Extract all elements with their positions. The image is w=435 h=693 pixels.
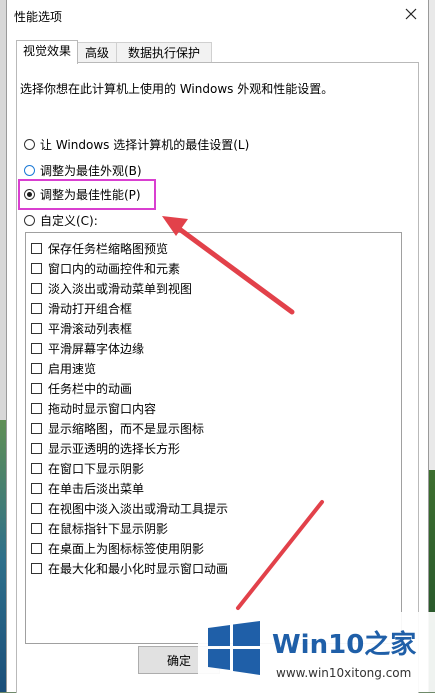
checkbox[interactable] [31,442,42,454]
close-icon[interactable] [402,5,420,23]
checkbox[interactable] [31,282,42,294]
checkbox[interactable] [31,342,42,354]
window-title: 性能选项 [14,10,63,24]
list-item[interactable]: 淡入淡出或滑动菜单到视图 [31,278,192,298]
checkbox-label: 拖动时显示窗口内容 [48,401,157,416]
title-bar: 性能选项 [7,0,428,30]
checkbox[interactable] [31,322,42,334]
radio-best-appearance[interactable]: 调整为最佳外观(B) [24,161,142,179]
checkbox[interactable] [31,422,42,434]
checkbox-label: 在桌面上为图标标签使用阴影 [48,541,205,556]
checkbox[interactable] [31,522,42,534]
checkbox-label: 平滑滚动列表框 [48,321,133,336]
radio-best-performance[interactable]: 调整为最佳性能(P) [24,185,141,203]
radio-button[interactable] [24,138,35,150]
list-item[interactable]: 显示缩略图，而不是显示图标 [31,418,204,438]
checkbox-label: 滑动打开组合框 [48,301,133,316]
checkbox-label: 保存任务栏缩略图预览 [48,241,169,256]
checkbox[interactable] [31,302,42,314]
checkbox-label: 窗口内的动画控件和元素 [48,261,181,276]
checkbox[interactable] [31,362,42,374]
checkbox-label: 平滑屏幕字体边缘 [48,341,145,356]
checkbox-label: 显示缩略图，而不是显示图标 [48,421,205,436]
checkbox[interactable] [31,482,42,494]
list-item[interactable]: 显示亚透明的选择长方形 [31,438,180,458]
radio-label: 让 Windows 选择计算机的最佳设置(L) [40,137,250,152]
checkbox[interactable] [31,502,42,514]
description-text: 选择你想在此计算机上使用的 Windows 外观和性能设置。 [20,82,334,96]
list-item[interactable]: 任务栏中的动画 [31,378,132,398]
watermark: Win10之家 www.win10xitong.com [198,612,435,692]
list-item[interactable]: 启用速览 [31,358,96,378]
list-item[interactable]: 在单击后淡出菜单 [31,478,144,498]
list-item[interactable]: 拖动时显示窗口内容 [31,398,156,418]
visual-effects-list[interactable]: 保存任务栏缩略图预览 窗口内的动画控件和元素 淡入淡出或滑动菜单到视图 滑动打开… [25,232,402,644]
radio-button[interactable] [24,164,35,176]
radio-button[interactable] [24,214,35,226]
checkbox-label: 在窗口下显示阴影 [48,461,145,476]
checkbox-label: 在鼠标指针下显示阴影 [48,521,169,536]
checkbox[interactable] [31,562,42,574]
radio-label: 调整为最佳性能(P) [40,187,141,202]
list-item[interactable]: 在最大化和最小化时显示窗口动画 [31,558,228,578]
tab-data-execution-prevention[interactable]: 数据执行保护 [116,42,212,63]
list-item[interactable]: 滑动打开组合框 [31,298,132,318]
radio-button-selected[interactable] [24,188,35,200]
checkbox-label: 显示亚透明的选择长方形 [48,441,181,456]
radio-let-windows-choose[interactable]: 让 Windows 选择计算机的最佳设置(L) [24,135,249,153]
list-item[interactable]: 保存任务栏缩略图预览 [31,238,168,258]
checkbox-label: 淡入淡出或滑动菜单到视图 [48,281,193,296]
windows-logo-icon [208,621,260,675]
list-item[interactable]: 平滑屏幕字体边缘 [31,338,144,358]
watermark-title: Win10之家 [272,630,417,660]
list-item[interactable]: 平滑滚动列表框 [31,318,132,338]
tab-visual-effects[interactable]: 视觉效果 [16,40,78,64]
radio-custom[interactable]: 自定义(C): [24,211,98,229]
list-item[interactable]: 窗口内的动画控件和元素 [31,258,180,278]
list-item[interactable]: 在窗口下显示阴影 [31,458,144,478]
checkbox-label: 在视图中淡入淡出或滑动工具提示 [48,501,229,516]
list-item[interactable]: 在鼠标指针下显示阴影 [31,518,168,538]
checkbox-label: 在最大化和最小化时显示窗口动画 [48,561,229,576]
watermark-url: www.win10xitong.com [276,666,412,680]
list-item[interactable]: 在桌面上为图标标签使用阴影 [31,538,204,558]
checkbox[interactable] [31,382,42,394]
checkbox-label: 任务栏中的动画 [48,381,133,396]
radio-label: 自定义(C): [40,213,98,228]
list-item[interactable]: 在视图中淡入淡出或滑动工具提示 [31,498,228,518]
radio-label: 调整为最佳外观(B) [40,163,142,178]
checkbox-label: 启用速览 [48,361,97,376]
tab-advanced[interactable]: 高级 [77,42,117,63]
checkbox-label: 在单击后淡出菜单 [48,481,145,496]
checkbox[interactable] [31,542,42,554]
checkbox[interactable] [31,462,42,474]
checkbox[interactable] [31,242,42,254]
checkbox[interactable] [31,262,42,274]
checkbox[interactable] [31,402,42,414]
